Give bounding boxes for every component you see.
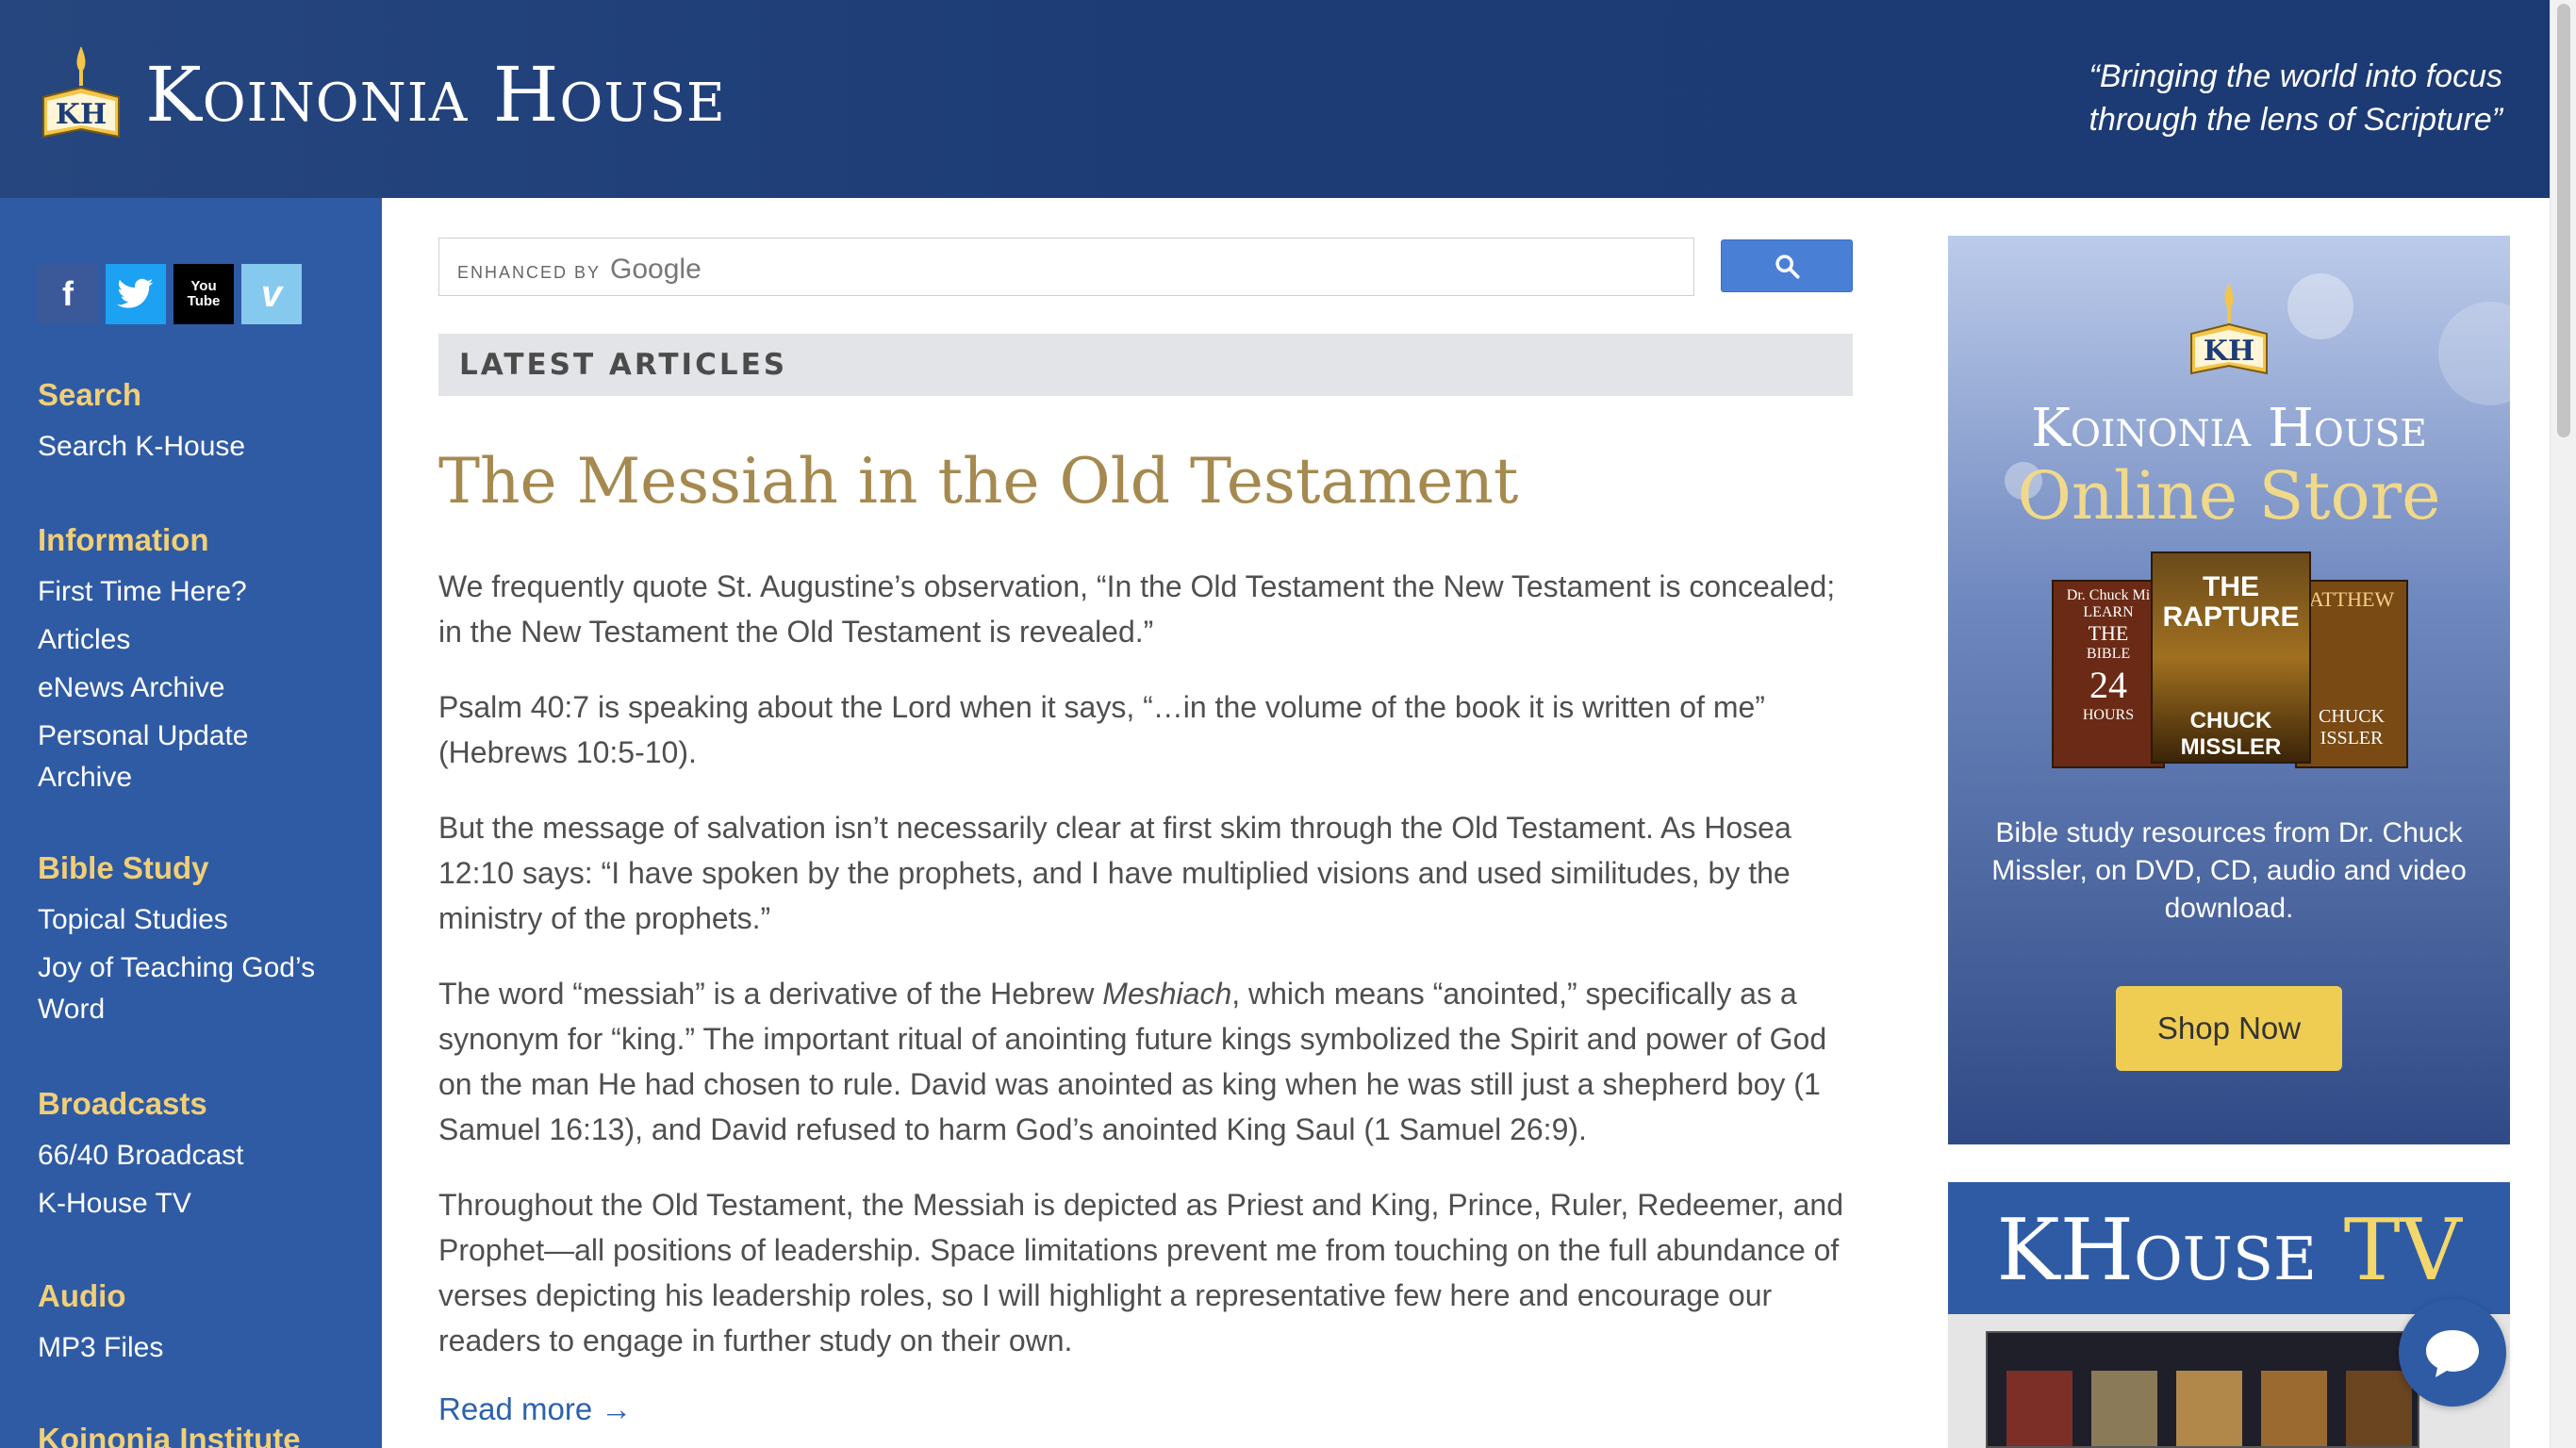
search-icon <box>1775 255 1800 279</box>
article-paragraph: Psalm 40:7 is speaking about the Lord wh… <box>438 690 1765 769</box>
book-title: ATTHEW <box>2308 587 2395 611</box>
khouse-tv-title: KHouse TV <box>1948 1201 2510 1300</box>
logo-monogram: KH <box>56 98 107 131</box>
site-logo[interactable]: KH Koinonia House <box>38 38 726 151</box>
youtube-button[interactable]: You Tube <box>173 264 234 324</box>
nav-link-articles[interactable]: Articles <box>38 619 321 661</box>
nav-link-search-khouse[interactable]: Search K-House <box>38 426 245 468</box>
book-covers-image: Dr. Chuck Mi LEARN THE BIBLE 24 HOURS AT… <box>2052 551 2410 778</box>
emphasis-text: Meshiach <box>1102 977 1232 1011</box>
page-scrollbar[interactable] <box>2550 0 2576 1448</box>
book-cover-learn-bible: Dr. Chuck Mi LEARN THE BIBLE 24 HOURS <box>2052 580 2165 768</box>
nav-section-koinonia-institute: Koinonia Institute <box>38 1422 301 1448</box>
nav-section-audio: Audio MP3 Files <box>38 1278 163 1369</box>
book-cover-rapture: THE RAPTURE CHUCK MISSLER <box>2151 551 2311 764</box>
book-author: CHUCK ISSLER <box>2318 706 2385 749</box>
youtube-icon: You Tube <box>187 278 221 309</box>
decorative-bubble <box>2287 273 2353 339</box>
nav-section-bible-study: Bible Study Topical Studies Joy of Teach… <box>38 850 321 1030</box>
book-author: CHUCK MISSLER <box>2180 708 2282 760</box>
nav-link-personal-update-archive[interactable]: Personal Update Archive <box>38 716 321 798</box>
nav-heading[interactable]: Koinonia Institute <box>38 1422 301 1448</box>
tv-title-accent: TV <box>2343 1201 2462 1300</box>
nav-link-enews-archive[interactable]: eNews Archive <box>38 667 321 709</box>
store-ad-title: Online Store <box>2017 457 2441 535</box>
nav-link-topical-studies[interactable]: Topical Studies <box>38 899 321 941</box>
tv-thumbnail <box>2006 1371 2072 1446</box>
nav-section-information: Information First Time Here? Articles eN… <box>38 522 321 798</box>
social-links: f You Tube v <box>38 264 302 324</box>
book-author: Dr. Chuck Mi <box>2066 587 2151 603</box>
nav-link-6640-broadcast[interactable]: 66/40 Broadcast <box>38 1135 243 1176</box>
site-tagline: “Bringing the world into focus through t… <box>2089 58 2502 138</box>
nav-link-mp3-files[interactable]: MP3 Files <box>38 1327 163 1369</box>
site-header: KH Koinonia House “Bringing the world in… <box>0 0 2550 198</box>
sidebar-nav: f You Tube v Search Search K-House Infor… <box>0 198 382 1448</box>
book-line: THE <box>2088 621 2129 645</box>
facebook-button[interactable]: f <box>38 264 98 324</box>
chat-button[interactable] <box>2399 1299 2506 1407</box>
store-ad-description: Bible study resources from Dr. Chuck Mis… <box>1991 817 2467 924</box>
nav-section-search: Search Search K-House <box>38 377 245 468</box>
decorative-bubble <box>2438 302 2510 405</box>
paragraph-text: The word “messiah” is a derivative of th… <box>438 977 1103 1011</box>
nav-link-first-time[interactable]: First Time Here? <box>38 571 321 613</box>
read-more-link[interactable]: Read more → <box>438 1391 632 1427</box>
article-paragraph: The word “messiah” is a derivative of th… <box>438 971 1853 1152</box>
vimeo-button[interactable]: v <box>241 264 302 324</box>
scrollbar-thumb[interactable] <box>2557 4 2570 437</box>
online-store-ad[interactable]: KH Koinonia House Online Store Dr. Chuck… <box>1948 236 2510 1144</box>
latest-articles-header: LATEST ARTICLES <box>438 334 1853 396</box>
tv-thumbnail <box>2346 1371 2412 1446</box>
nav-heading: Bible Study <box>38 850 209 885</box>
vimeo-icon: v <box>260 272 283 315</box>
nav-heading: Search <box>38 377 142 412</box>
nav-heading: Information <box>38 522 209 557</box>
kh-logo-icon: KH <box>42 46 120 139</box>
tv-thumbnail <box>2261 1371 2327 1446</box>
search-button[interactable] <box>1721 239 1853 292</box>
tv-thumbnail <box>2176 1371 2242 1446</box>
book-title: THE RAPTURE <box>2162 571 2300 633</box>
shop-now-button[interactable]: Shop Now <box>2116 986 2342 1071</box>
article-body: We frequently quote St. Augustine’s obse… <box>438 564 1853 1393</box>
book-line: HOURS <box>2082 707 2135 723</box>
article-title[interactable]: The Messiah in the Old Testament <box>438 445 1853 518</box>
kh-logo-icon: KH <box>2190 283 2268 375</box>
article-paragraph: But the message of salvation isn’t neces… <box>438 811 1792 935</box>
book-line: 24 <box>2089 664 2127 706</box>
book-line: LEARN <box>2083 604 2134 620</box>
article-paragraph: Throughout the Old Testament, the Messia… <box>438 1188 1844 1358</box>
chat-bubble-icon <box>2426 1330 2479 1377</box>
store-ad-brand: Koinonia House <box>2031 398 2427 459</box>
facebook-icon: f <box>62 274 74 313</box>
article-paragraph: We frequently quote St. Augustine’s obse… <box>438 569 1836 649</box>
site-name: Koinonia House <box>145 50 726 139</box>
tv-thumbnail <box>2091 1371 2157 1446</box>
nav-heading: Audio <box>38 1278 126 1313</box>
nav-section-broadcasts: Broadcasts 66/40 Broadcast K-House TV <box>38 1086 243 1225</box>
search-input[interactable] <box>438 238 1694 296</box>
book-cover-matthew: ATTHEW CHUCK ISSLER <box>2295 580 2408 768</box>
logo-monogram: KH <box>2204 335 2254 368</box>
nav-heading: Broadcasts <box>38 1086 207 1121</box>
tv-title-main: KHouse <box>1996 1201 2317 1300</box>
twitter-icon <box>117 278 154 308</box>
tv-screen-preview <box>1986 1331 2419 1448</box>
book-line: BIBLE <box>2086 646 2131 662</box>
twitter-button[interactable] <box>106 264 166 324</box>
search-bar: ENHANCED BY Google <box>438 238 1853 298</box>
nav-link-joy-of-teaching[interactable]: Joy of Teaching God’s Word <box>38 947 321 1030</box>
nav-link-khouse-tv[interactable]: K-House TV <box>38 1183 243 1225</box>
